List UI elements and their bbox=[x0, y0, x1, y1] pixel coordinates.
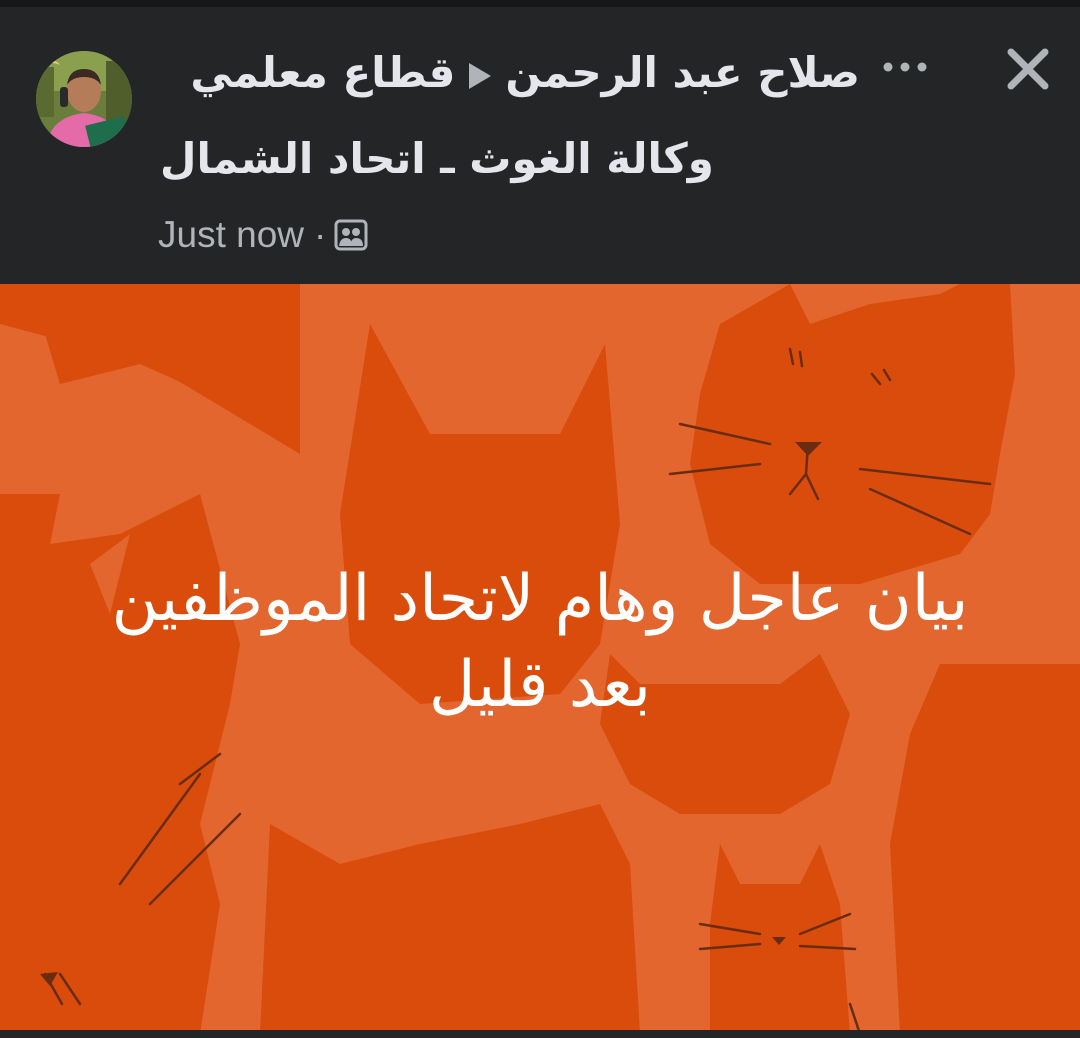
group-name[interactable]: قطاع معلمي bbox=[190, 48, 455, 97]
post-meta: Just now · bbox=[158, 212, 368, 258]
post-header: صلاح عبد الرحمن قطاع معلمي وكالة الغوث ـ … bbox=[0, 0, 1080, 284]
avatar[interactable] bbox=[36, 51, 132, 147]
bottom-divider bbox=[0, 1030, 1080, 1038]
post-timestamp[interactable]: Just now bbox=[158, 214, 304, 256]
play-arrow-icon bbox=[469, 62, 492, 89]
post-body-text: بيان عاجل وهام لاتحاد الموظفين بعد قليل bbox=[111, 562, 969, 722]
more-horizontal-icon bbox=[883, 62, 927, 72]
more-options-button[interactable] bbox=[874, 47, 936, 87]
post-viewer: صلاح عبد الرحمن قطاع معلمي وكالة الغوث ـ … bbox=[0, 0, 1080, 1038]
close-icon bbox=[1007, 48, 1049, 90]
meta-separator: · bbox=[314, 214, 327, 255]
post-author-line: صلاح عبد الرحمن قطاع معلمي bbox=[160, 49, 860, 97]
group-audience-icon bbox=[334, 219, 368, 251]
close-button[interactable] bbox=[996, 37, 1060, 101]
author-name[interactable]: صلاح عبد الرحمن bbox=[505, 48, 860, 97]
group-name-continued[interactable]: وكالة الغوث ـ اتحاد الشمال bbox=[160, 135, 720, 183]
